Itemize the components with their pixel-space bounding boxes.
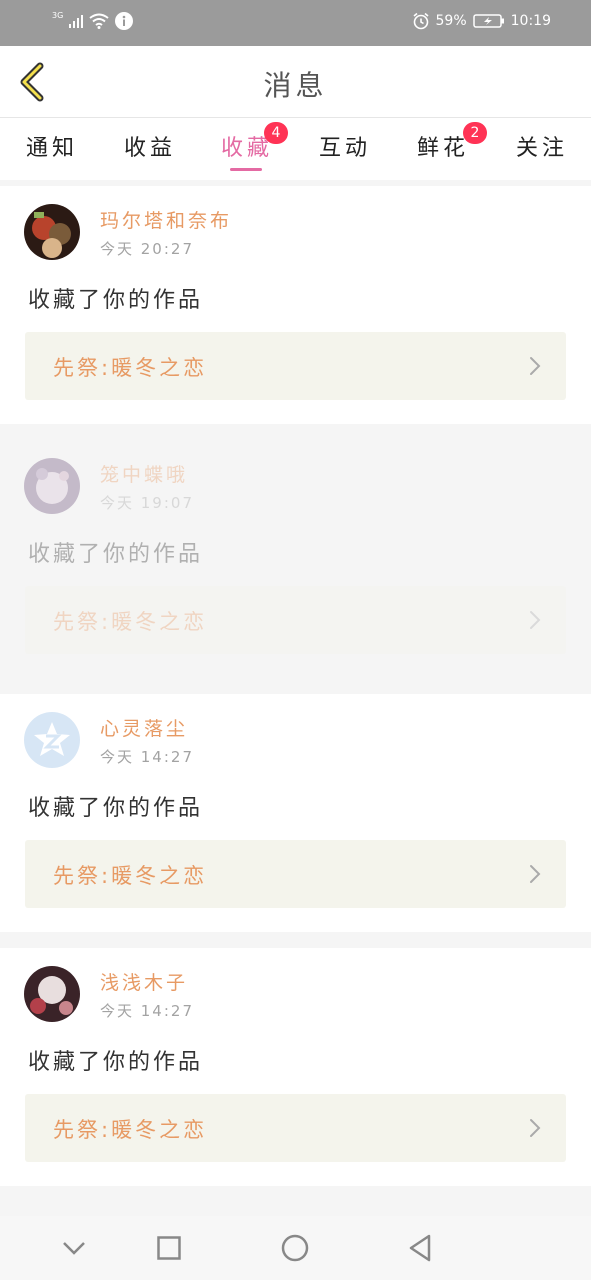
system-nav-bar	[0, 1216, 591, 1280]
message-card: 玛尔塔和奈布 今天 20:27 收藏了你的作品 先祭:暖冬之恋	[0, 186, 591, 424]
header: 消息	[0, 46, 591, 118]
favorites-count-badge: 4	[264, 122, 288, 144]
status-time: 10:19	[510, 13, 551, 29]
work-link[interactable]: 先祭:暖冬之恋	[25, 586, 566, 654]
tab-bar: 通知 收益 收藏 4 互动 鲜花 2 关注	[0, 118, 591, 180]
status-bar: 3G 59% 10:19	[0, 0, 591, 46]
tab-label: 鲜花	[416, 136, 469, 161]
tab-label: 通知	[25, 136, 78, 161]
work-link[interactable]: 先祭:暖冬之恋	[25, 332, 566, 400]
work-link[interactable]: 先祭:暖冬之恋	[25, 840, 566, 908]
alarm-icon	[413, 12, 429, 30]
chevron-right-icon	[530, 357, 541, 375]
user-avatar[interactable]	[24, 966, 80, 1022]
work-title: 先祭:暖冬之恋	[53, 610, 208, 634]
work-title: 先祭:暖冬之恋	[53, 864, 208, 888]
message-time: 今天 14:27	[100, 1002, 194, 1020]
status-right: 59% 10:19	[412, 12, 551, 30]
square-icon	[157, 1236, 181, 1260]
recents-button[interactable]	[151, 1230, 187, 1266]
home-button[interactable]	[277, 1230, 313, 1266]
network-type: 3G	[52, 10, 64, 20]
message-time: 今天 19:07	[100, 494, 194, 512]
flowers-count-badge: 2	[463, 122, 487, 144]
active-tab-indicator	[230, 168, 262, 171]
tab-income[interactable]: 收益	[110, 130, 190, 162]
battery-percent: 59%	[435, 13, 467, 29]
work-title: 先祭:暖冬之恋	[53, 356, 208, 380]
user-avatar[interactable]	[24, 204, 80, 260]
hide-nav-button[interactable]	[56, 1230, 92, 1266]
tab-interaction[interactable]: 互动	[305, 130, 385, 162]
message-time: 今天 20:27	[100, 240, 194, 258]
back-nav-button[interactable]	[402, 1230, 438, 1266]
user-avatar[interactable]	[24, 712, 80, 768]
user-name[interactable]: 心灵落尘	[100, 714, 188, 741]
battery-charging-icon	[472, 14, 504, 28]
wifi-icon	[89, 13, 109, 29]
tab-label: 收益	[123, 136, 176, 161]
message-card: 心灵落尘 今天 14:27 收藏了你的作品 先祭:暖冬之恋	[0, 694, 591, 932]
message-text: 收藏了你的作品	[28, 288, 204, 313]
chevron-down-icon	[63, 1242, 85, 1255]
chevron-right-icon	[530, 1119, 541, 1137]
default-avatar-icon	[24, 712, 80, 768]
tab-favorites[interactable]: 收藏 4	[207, 122, 288, 162]
circle-icon	[281, 1234, 309, 1262]
tab-label: 收藏	[220, 136, 273, 161]
tab-label: 互动	[318, 136, 371, 161]
user-name[interactable]: 玛尔塔和奈布	[100, 206, 232, 233]
signal-icon	[69, 14, 84, 28]
status-left: 3G	[52, 10, 134, 30]
chevron-right-icon	[530, 611, 541, 629]
user-avatar[interactable]	[24, 458, 80, 514]
info-icon	[115, 12, 134, 30]
tab-follow[interactable]: 关注	[502, 130, 582, 162]
message-text: 收藏了你的作品	[28, 796, 204, 821]
triangle-back-icon	[409, 1234, 431, 1262]
tab-label: 关注	[515, 136, 568, 161]
message-text: 收藏了你的作品	[28, 542, 204, 567]
work-link[interactable]: 先祭:暖冬之恋	[25, 1094, 566, 1162]
message-card: 浅浅木子 今天 14:27 收藏了你的作品 先祭:暖冬之恋	[0, 948, 591, 1186]
message-card: 笼中蝶哦 今天 19:07 收藏了你的作品 先祭:暖冬之恋	[0, 440, 591, 678]
page-title: 消息	[263, 69, 328, 102]
user-name[interactable]: 笼中蝶哦	[100, 460, 188, 487]
tab-flowers[interactable]: 鲜花 2	[403, 122, 487, 162]
chevron-right-icon	[530, 865, 541, 883]
tab-notice[interactable]: 通知	[12, 130, 92, 162]
message-text: 收藏了你的作品	[28, 1050, 204, 1075]
message-time: 今天 14:27	[100, 748, 194, 766]
user-name[interactable]: 浅浅木子	[100, 968, 188, 995]
work-title: 先祭:暖冬之恋	[53, 1118, 208, 1142]
